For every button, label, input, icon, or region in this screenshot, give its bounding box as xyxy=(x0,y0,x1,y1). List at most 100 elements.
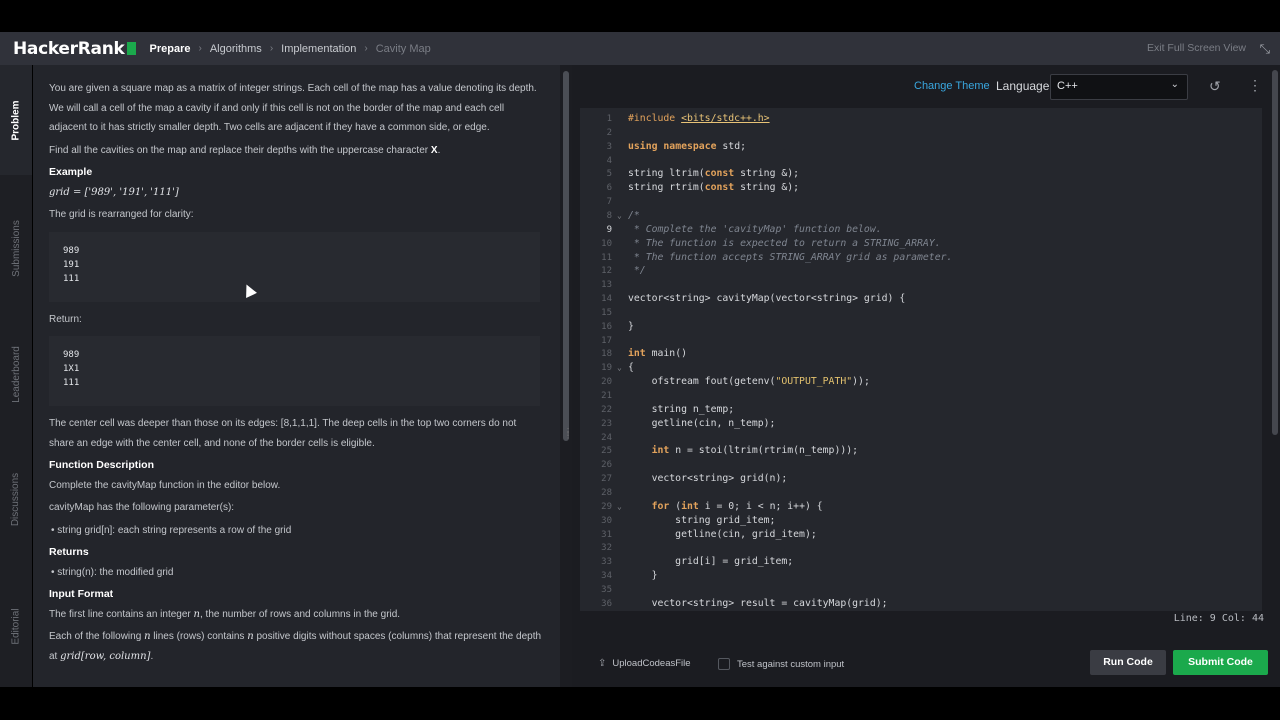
code-text: /* xyxy=(628,209,640,221)
grid-line: 191 xyxy=(63,259,80,270)
code-line[interactable]: 17 xyxy=(580,334,1262,348)
code-line[interactable]: 7 xyxy=(580,195,1262,209)
drag-handle-icon[interactable]: ⋮ ⋮ xyxy=(564,428,572,440)
code-line[interactable]: 35 xyxy=(580,583,1262,597)
code-line[interactable]: 26 xyxy=(580,458,1262,472)
task-text: Find all the cavities on the map and rep… xyxy=(49,144,431,156)
line-number: 33 xyxy=(601,557,612,568)
fold-chevron-icon[interactable]: ⌄ xyxy=(617,500,622,514)
pane-splitter[interactable]: ⋮ ⋮ xyxy=(560,65,572,687)
tab-leaderboard[interactable]: Leaderboard xyxy=(0,319,32,429)
function-text: Complete the cavityMap function in the e… xyxy=(49,479,281,491)
code-line[interactable]: 31 getline(cin, grid_item); xyxy=(580,528,1262,542)
logo-mark-icon xyxy=(126,42,136,55)
custom-input-label: Test against custom input xyxy=(737,658,845,670)
code-line[interactable]: 14 vector<string> cavityMap(vector<string… xyxy=(580,292,1262,306)
problem-scrollbar[interactable] xyxy=(563,71,569,441)
page-scrollbar[interactable] xyxy=(1270,65,1280,687)
code-line[interactable]: 5 string ltrim(const string &); xyxy=(580,167,1262,181)
editor-header: Change Theme Language C++ ⌄ ↺ ⋮ xyxy=(572,65,1280,108)
code-line[interactable]: 33 grid[i] = grid_item; xyxy=(580,555,1262,569)
line-number: 18 xyxy=(601,349,612,360)
code-text: string n_temp; xyxy=(628,403,735,415)
top-bar: HackerRank Prepare › Algorithms › Implem… xyxy=(0,32,1280,65)
tab-editorial[interactable]: Editorial xyxy=(0,571,32,681)
line-number: 20 xyxy=(601,377,612,388)
code-line[interactable]: 36 vector<string> result = cavityMap(gri… xyxy=(580,597,1262,611)
breadcrumb-prepare[interactable]: Prepare xyxy=(150,43,191,55)
code-line[interactable]: 21 xyxy=(580,389,1262,403)
code-line[interactable]: 15 xyxy=(580,306,1262,320)
code-line[interactable]: 23 getline(cin, n_temp); xyxy=(580,417,1262,431)
chevron-down-icon: ⌄ xyxy=(1170,79,1179,90)
side-tabs: Problem Submissions Leaderboard Discussi… xyxy=(0,65,32,687)
chevron-right-icon: › xyxy=(198,43,202,54)
grid-line: 989 xyxy=(63,245,80,256)
run-code-button[interactable]: Run Code xyxy=(1090,650,1166,675)
code-line[interactable]: 32 xyxy=(580,541,1262,555)
code-line[interactable]: 22 string n_temp; xyxy=(580,403,1262,417)
code-line[interactable]: 11 * The function accepts STRING_ARRAY g… xyxy=(580,251,1262,265)
code-line[interactable]: 4 xyxy=(580,154,1262,168)
code-line[interactable]: 29 ⌄ for (int i = 0; i < n; i++) { xyxy=(580,500,1262,514)
code-line[interactable]: 9 * Complete the 'cavityMap' function be… xyxy=(580,223,1262,237)
page-scroll-thumb[interactable] xyxy=(1272,70,1278,435)
function-heading: Function Description xyxy=(49,459,154,471)
tab-submissions-label: Submissions xyxy=(10,219,22,277)
code-text: vector<string> grid(n); xyxy=(628,473,788,485)
cursor-status: Line: 9 Col: 44 xyxy=(1173,613,1264,624)
line-number: 6 xyxy=(606,183,612,194)
fold-chevron-icon[interactable]: ⌄ xyxy=(617,209,622,223)
tab-problem[interactable]: Problem xyxy=(0,65,32,175)
code-line[interactable]: 10 * The function is expected to return … xyxy=(580,237,1262,251)
code-text: ofstream fout(getenv("OUTPUT_PATH")); xyxy=(628,376,870,388)
code-text: */ xyxy=(628,265,646,277)
breadcrumb-implementation[interactable]: Implementation xyxy=(281,43,356,55)
language-select[interactable]: C++ ⌄ xyxy=(1050,74,1188,100)
tab-discussions[interactable]: Discussions xyxy=(0,444,32,554)
code-line[interactable]: 8 ⌄ /* xyxy=(580,209,1262,223)
tab-submissions[interactable]: Submissions xyxy=(0,193,32,303)
exit-fullscreen-link[interactable]: Exit Full Screen View xyxy=(1147,42,1246,54)
code-line[interactable]: 18 int main() xyxy=(580,347,1262,361)
code-line[interactable]: 3 using namespace std; xyxy=(580,140,1262,154)
code-editor[interactable]: 1 #include <bits/stdc++.h> 2 3 using namespa… xyxy=(580,108,1262,611)
code-line[interactable]: 2 xyxy=(580,126,1262,140)
submit-code-button[interactable]: Submit Code xyxy=(1173,650,1268,675)
code-line[interactable]: 12 */ xyxy=(580,264,1262,278)
code-line[interactable]: 30 string grid_item; xyxy=(580,514,1262,528)
upload-code-button[interactable]: ⇪ UploadCodeasFile xyxy=(598,658,691,669)
history-icon[interactable]: ↺ xyxy=(1209,78,1221,95)
code-line[interactable]: 19 ⌄ { xyxy=(580,361,1262,375)
code-line[interactable]: 20 ofstream fout(getenv("OUTPUT_PATH")); xyxy=(580,375,1262,389)
breadcrumb-algorithms[interactable]: Algorithms xyxy=(210,43,262,55)
change-theme-link[interactable]: Change Theme xyxy=(914,80,990,92)
custom-input-toggle[interactable]: Test against custom input xyxy=(718,658,844,670)
line-number: 4 xyxy=(606,155,612,166)
code-line[interactable]: 16} xyxy=(580,320,1262,334)
code-line[interactable]: 25 int n = stoi(ltrim(rtrim(n_temp))); xyxy=(580,444,1262,458)
line-number: 23 xyxy=(601,418,612,429)
code-line[interactable]: 13 xyxy=(580,278,1262,292)
math-grid: grid[row, column] xyxy=(60,650,151,662)
code-line[interactable]: 24 xyxy=(580,431,1262,445)
line-number: 3 xyxy=(606,141,612,152)
code-line[interactable]: 6 string rtrim(const string &); xyxy=(580,181,1262,195)
collapse-icon[interactable]: ⤡ xyxy=(1260,41,1270,57)
code-line[interactable]: 34 } xyxy=(580,569,1262,583)
code-line[interactable]: 27 vector<string> grid(n); xyxy=(580,472,1262,486)
custom-input-checkbox[interactable] xyxy=(718,658,730,670)
code-text: } xyxy=(628,320,634,332)
code-text: * The function is expected to return a S… xyxy=(628,237,941,249)
more-vertical-icon[interactable]: ⋮ xyxy=(1248,77,1262,94)
line-number: 36 xyxy=(601,598,612,609)
code-line[interactable]: 28 xyxy=(580,486,1262,500)
line-number: 32 xyxy=(601,543,612,554)
code-text: getline(cin, grid_item); xyxy=(628,528,817,540)
hackerrank-logo[interactable]: HackerRank xyxy=(13,39,136,59)
line-number: 29 xyxy=(601,501,612,512)
fold-chevron-icon[interactable]: ⌄ xyxy=(617,361,622,375)
code-line[interactable]: 1 #include <bits/stdc++.h> xyxy=(580,112,1262,126)
grid-line: 111 xyxy=(63,273,80,284)
problem-task: Find all the cavities on the map and rep… xyxy=(49,141,542,161)
